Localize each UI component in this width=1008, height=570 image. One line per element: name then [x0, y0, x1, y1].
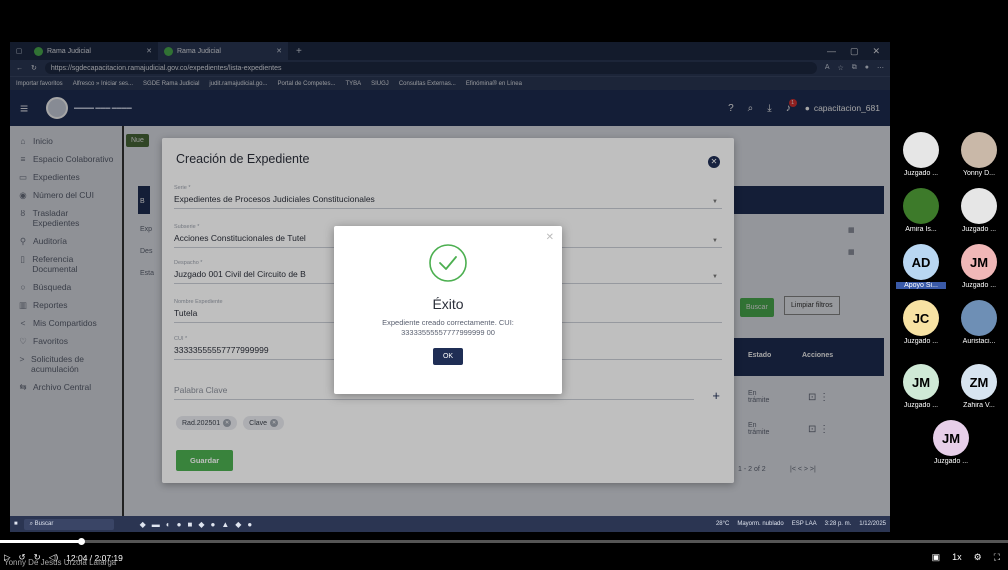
participant-tile[interactable]: AD Apoyo Si...: [896, 244, 946, 289]
app-icon[interactable]: ●: [247, 520, 252, 529]
app-icon[interactable]: ■: [187, 520, 192, 529]
success-dialog: ✕ Éxito Expediente creado correctamente.…: [334, 226, 562, 394]
system-tray: 28°C Mayorm. nublado ESP LAA 3:28 p. m. …: [716, 521, 886, 527]
app-icon[interactable]: ◆: [235, 520, 241, 529]
avatar: [903, 132, 939, 168]
participant-name: Juzgado ...: [903, 402, 939, 409]
windows-start-icon[interactable]: ■: [14, 521, 18, 527]
participant-tile[interactable]: Juzgado ...: [896, 132, 946, 177]
participant-tile[interactable]: Amira Is...: [896, 188, 946, 233]
participant-name: Juzgado ...: [903, 338, 939, 345]
video-progress-bar[interactable]: [0, 538, 1008, 545]
avatar: JM: [961, 244, 997, 280]
app-icon[interactable]: ▬: [152, 520, 160, 529]
weather-temp: 28°C: [715, 521, 730, 527]
app-icon[interactable]: ▲: [221, 520, 229, 529]
avatar: [961, 300, 997, 336]
clock-date: 1/12/2025: [859, 521, 886, 527]
participant-name: Apoyo Si...: [896, 282, 946, 289]
participant-tile[interactable]: ZM Zahira V...: [954, 364, 1004, 409]
participant-tile[interactable]: JM Juzgado ...: [896, 364, 946, 409]
participant-tile[interactable]: JC Juzgado ...: [896, 300, 946, 345]
participant-name: Auristaci...: [962, 338, 996, 345]
participant-name: Juzgado ...: [961, 282, 997, 289]
participant-tile[interactable]: Auristaci...: [954, 300, 1004, 345]
playback-speed[interactable]: 1x: [952, 552, 962, 563]
participant-tile[interactable]: Juzgado ...: [954, 188, 1004, 233]
participant-tile[interactable]: JM Juzgado ...: [926, 420, 976, 465]
avatar: ZM: [961, 364, 997, 400]
taskbar-apps: ◆ ▬ ◐ ● ■ ◆ ● ▲ ◆ ●: [140, 520, 253, 529]
avatar: AD: [903, 244, 939, 280]
video-right-controls: ▣ 1x ⚙ ⛶: [932, 552, 1000, 563]
participant-name: Juzgado ...: [961, 226, 997, 233]
language-label[interactable]: ESP LAA: [792, 521, 817, 527]
app-icon[interactable]: ◐: [166, 520, 171, 529]
settings-icon[interactable]: ⚙: [974, 552, 982, 563]
participant-name: Amira Is...: [905, 226, 937, 233]
captions-icon[interactable]: ▣: [932, 552, 941, 563]
windows-taskbar: ■ ⌕ Buscar ◆ ▬ ◐ ● ■ ◆ ● ▲ ◆ ● 28°C Mayo…: [10, 516, 890, 532]
avatar: [903, 188, 939, 224]
speaker-name: Yonny De Jesus Urzola Lafarga: [4, 558, 117, 567]
app-icon[interactable]: ◆: [140, 520, 146, 529]
taskbar-search[interactable]: ⌕ Buscar: [23, 518, 114, 530]
clock-time: 3:28 p. m.: [824, 521, 852, 527]
progress-fill: [0, 540, 82, 543]
close-icon[interactable]: ✕: [546, 232, 554, 243]
participant-tile[interactable]: Yonny D...: [954, 132, 1004, 177]
participant-name: Juzgado ...: [933, 458, 969, 465]
app-icon[interactable]: ●: [177, 520, 182, 529]
app-icon[interactable]: ◆: [198, 520, 204, 529]
success-message: Expediente creado correctamente. CUI: 33…: [382, 318, 514, 337]
avatar: JM: [933, 420, 969, 456]
progress-knob[interactable]: [78, 538, 85, 545]
participant-name: Yonny D...: [962, 170, 996, 177]
app-icon[interactable]: ●: [210, 520, 215, 529]
participant-name: Juzgado ...: [903, 170, 939, 177]
participant-name: Zahira V...: [963, 402, 995, 409]
weather-desc: Mayorm. nublado: [737, 521, 784, 527]
success-check-icon: [429, 244, 467, 282]
avatar: [961, 188, 997, 224]
participant-tile[interactable]: JM Juzgado ...: [954, 244, 1004, 289]
search-label: Buscar: [34, 520, 54, 527]
success-title: Éxito: [432, 296, 464, 312]
avatar: JM: [903, 364, 939, 400]
fullscreen-icon[interactable]: ⛶: [994, 552, 1000, 563]
avatar: [961, 132, 997, 168]
ok-button[interactable]: OK: [432, 348, 464, 365]
screen: ▢ Rama Judicial ✕ Rama Judicial ✕ + — ▢ …: [0, 0, 1008, 570]
avatar: JC: [903, 300, 939, 336]
